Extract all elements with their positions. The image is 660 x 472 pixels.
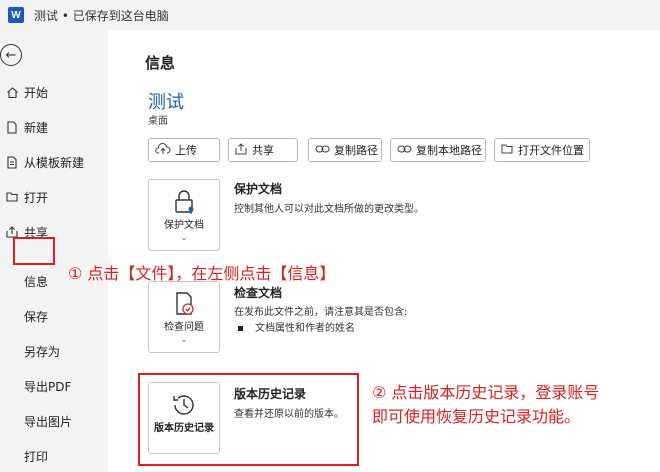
sidebar-item-open[interactable]: 打开	[0, 183, 108, 211]
protect-document-label: 保护文档	[164, 220, 204, 231]
document-name: 测试	[148, 92, 184, 113]
annotation-step-2-line-1: ② 点击版本历史记录，登录账号	[372, 383, 600, 402]
copy-local-path-label: 复制本地路径	[416, 144, 482, 157]
open-file-location-button[interactable]: 打开文件位置	[494, 138, 590, 162]
check-for-issues-button[interactable]: 检查问题 ⌄	[148, 281, 220, 353]
sidebar-item-label: 导出PDF	[24, 379, 72, 394]
share-icon	[235, 142, 248, 158]
annotation-step-2-line-2: 即可使用恢复历史记录功能。	[372, 407, 581, 426]
sidebar-item-label: 开始	[24, 85, 49, 100]
version-history-highlight-box	[138, 373, 359, 466]
arrow-left-icon: ←	[5, 47, 17, 63]
sidebar-item-label: 另存为	[24, 344, 61, 359]
sidebar-item-export-pdf[interactable]: 导出PDF	[0, 372, 108, 400]
sidebar-item-print[interactable]: 打印	[0, 442, 108, 470]
title-bar: W 测试 • 已保存到这台电脑	[0, 0, 660, 30]
chevron-down-icon: ⌄	[180, 335, 188, 344]
new-document-icon	[0, 120, 24, 134]
sidebar-item-save[interactable]: 保存	[0, 302, 108, 330]
sidebar-item-new[interactable]: 新建	[0, 113, 108, 141]
word-logo-icon: W	[8, 7, 24, 23]
sidebar-item-label: 打印	[24, 449, 49, 464]
folder-open-icon	[0, 191, 24, 203]
inspect-description: 在发布此文件之前，请注意其是否包含:	[234, 307, 408, 318]
sidebar-item-label: 新建	[24, 120, 49, 135]
sidebar-item-label: 保存	[24, 309, 49, 324]
cloud-upload-icon	[155, 142, 171, 158]
protect-document-button[interactable]: 保护文档 ⌄	[148, 179, 220, 251]
info-highlight-box	[13, 237, 55, 265]
template-icon	[0, 155, 24, 169]
sidebar-item-label: 从模板新建	[24, 155, 85, 170]
inspect-document-icon	[170, 290, 198, 318]
upload-label: 上传	[175, 144, 197, 157]
lock-key-icon	[170, 188, 198, 216]
upload-button[interactable]: 上传	[148, 138, 220, 162]
sidebar-item-home[interactable]: 开始	[0, 78, 108, 106]
chevron-down-icon: ⌄	[180, 233, 188, 242]
share-button[interactable]: 共享	[228, 138, 298, 162]
page-title: 信息	[145, 54, 176, 72]
protect-description: 控制其他人可以对此文档所做的更改类型。	[234, 204, 424, 215]
open-file-location-label: 打开文件位置	[518, 144, 584, 157]
copy-local-path-button[interactable]: 复制本地路径	[390, 138, 486, 162]
window-title: 测试 • 已保存到这台电脑	[34, 9, 169, 23]
sidebar-item-label: 打开	[24, 190, 49, 205]
copy-path-button[interactable]: 复制路径	[308, 138, 382, 162]
sidebar-item-save-as[interactable]: 另存为	[0, 337, 108, 365]
sidebar-item-new-from-template[interactable]: 从模板新建	[0, 148, 108, 176]
folder-icon	[501, 143, 514, 158]
inspect-bullet-item: 文档属性和作者的姓名	[238, 319, 355, 334]
link-icon	[397, 144, 412, 157]
home-icon	[0, 86, 24, 99]
protect-title: 保护文档	[234, 182, 283, 196]
annotation-step-1: ① 点击【文件】，在左侧点击【信息】	[68, 264, 336, 283]
back-button[interactable]: ←	[0, 44, 22, 66]
link-icon	[315, 144, 330, 157]
copy-path-label: 复制路径	[334, 144, 378, 157]
inspect-title: 检查文档	[234, 286, 283, 300]
document-location: 桌面	[148, 116, 168, 127]
share-label: 共享	[252, 144, 274, 157]
sidebar-item-export-image[interactable]: 导出图片	[0, 407, 108, 435]
sidebar-item-label: 信息	[24, 274, 49, 289]
check-for-issues-label: 检查问题	[164, 322, 204, 333]
sidebar-item-label: 导出图片	[24, 414, 73, 429]
